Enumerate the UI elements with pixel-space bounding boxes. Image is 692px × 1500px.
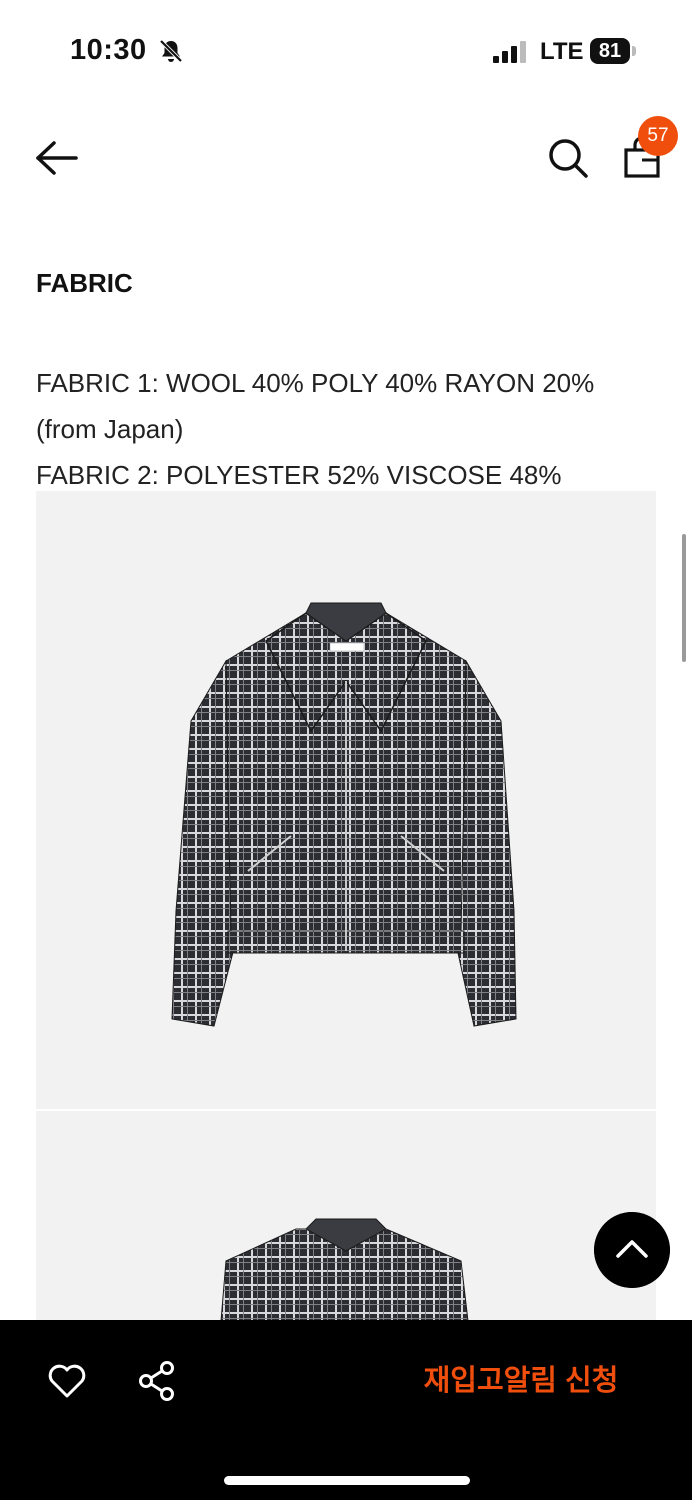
battery-icon: 81 bbox=[590, 38, 638, 64]
status-time: 10:30 bbox=[70, 34, 147, 66]
jacket-illustration-partial bbox=[220, 1218, 469, 1321]
battery-tip bbox=[632, 46, 636, 56]
restock-alert-button[interactable]: 재입고알림 신청 bbox=[410, 1360, 632, 1402]
bell-muted-icon bbox=[159, 39, 183, 63]
product-image-front bbox=[36, 491, 656, 1109]
fabric-description: FABRIC 1: WOOL 40% POLY 40% RAYON 20% (f… bbox=[36, 360, 656, 498]
heart-icon[interactable] bbox=[46, 1360, 88, 1402]
scrollbar[interactable] bbox=[682, 534, 686, 662]
signal-icon bbox=[493, 41, 526, 63]
bottom-action-bar: 재입고알림 신청 bbox=[0, 1320, 692, 1500]
cart-count-badge: 57 bbox=[638, 116, 678, 156]
network-type: LTE bbox=[540, 38, 584, 65]
fabric-line-1: FABRIC 1: WOOL 40% POLY 40% RAYON 20% bbox=[36, 368, 595, 398]
search-icon[interactable] bbox=[544, 132, 592, 182]
scroll-to-top-icon[interactable] bbox=[594, 1212, 670, 1288]
battery-level: 81 bbox=[590, 38, 630, 64]
section-title: FABRIC bbox=[36, 268, 133, 298]
top-nav bbox=[0, 110, 692, 206]
fabric-line-2: (from Japan) bbox=[36, 414, 184, 444]
home-indicator bbox=[224, 1476, 470, 1485]
jacket-illustration bbox=[171, 602, 517, 1027]
arrow-left-icon[interactable] bbox=[30, 136, 82, 180]
product-image-second bbox=[36, 1111, 656, 1321]
share-icon[interactable] bbox=[137, 1360, 177, 1402]
status-bar: 10:30 LTE 81 bbox=[0, 0, 692, 100]
